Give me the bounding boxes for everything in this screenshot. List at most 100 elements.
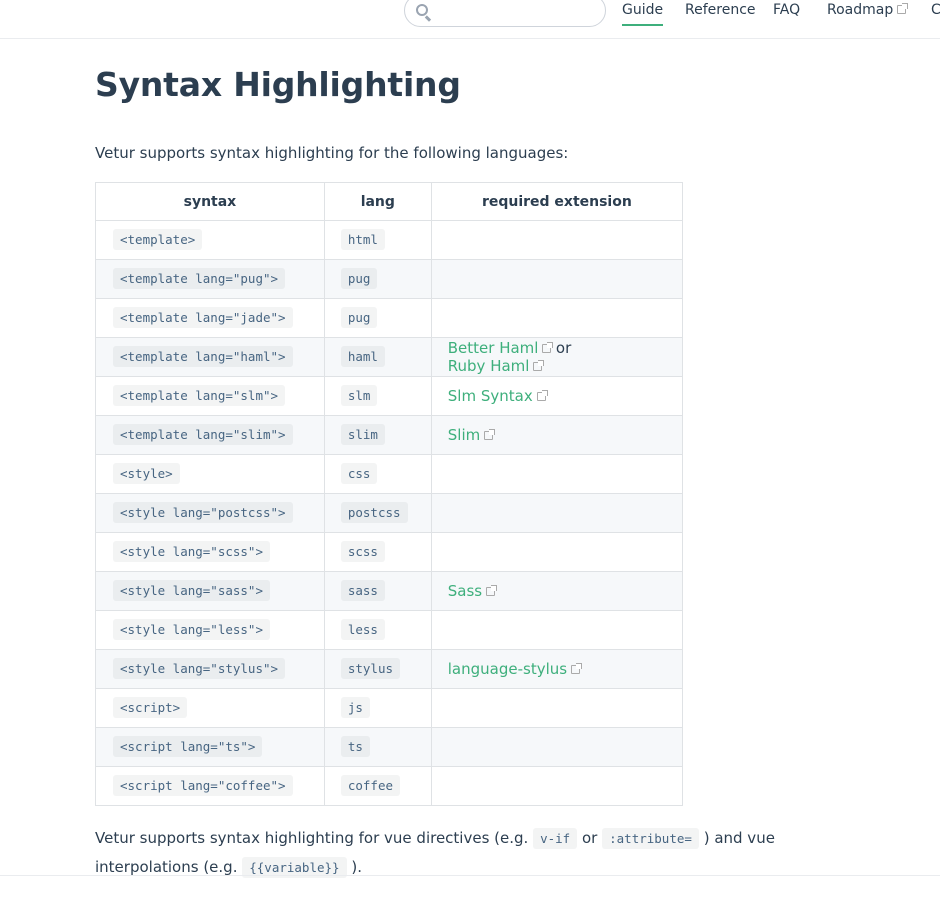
lang-code: html [340,229,385,250]
code-v-if: v-if [533,828,578,849]
syntax-code: <script lang="ts"> [113,736,263,757]
table-row: <script> js [95,688,684,728]
syntax-code: <style> [113,463,180,484]
cell-required-extension [430,259,684,299]
extension-link[interactable]: language-stylus [448,660,583,678]
cell-syntax: <template lang="haml"> [95,337,325,377]
nav-link-roadmap[interactable]: Roadmap [827,0,909,26]
table-row: <style lang="scss"> scss [95,532,684,572]
cell-lang: js [323,688,432,728]
extension-link[interactable]: Slim [447,426,496,444]
cell-syntax: <style> [95,454,325,494]
cell-syntax: <style lang="scss"> [95,532,325,572]
lang-code: stylus [340,658,400,679]
lang-code: postcss [340,502,408,523]
lang-code: pug [340,268,378,289]
cell-syntax: <template lang="jade"> [95,298,325,338]
extension-link[interactable]: Slm Syntax [447,387,548,405]
syntax-code: <script lang="coffee"> [113,775,293,796]
table-row: <template lang="jade"> pug [95,298,684,338]
intro-paragraph: Vetur supports syntax highlighting for t… [95,144,569,162]
extension-link-label: Slm Syntax [447,387,533,405]
cell-syntax: <script lang="ts"> [95,727,325,767]
cell-lang: ts [323,727,432,767]
syntax-code: <style lang="postcss"> [113,502,293,523]
cell-required-extension [430,532,684,572]
lang-code: haml [340,346,385,367]
cell-lang: stylus [323,649,432,689]
cell-required-extension [430,766,684,806]
cell-required-extension [430,454,684,494]
cell-lang: scss [323,532,432,572]
cell-lang: less [323,610,432,650]
cell-syntax: <template lang="slm"> [95,376,325,416]
lang-code: less [340,619,385,640]
cell-lang: haml [323,337,432,377]
cell-required-extension: Sass [430,571,684,611]
cell-required-extension [430,727,684,767]
cell-syntax: <template> [95,220,325,260]
syntax-code: <style lang="stylus"> [113,658,286,679]
lang-code: coffee [340,775,400,796]
outro-text-1: Vetur supports syntax highlighting for v… [95,829,529,847]
external-link-icon [571,663,583,674]
lang-code: sass [340,580,385,601]
table-row: <style lang="postcss"> postcss [95,493,684,533]
syntax-code: <script> [113,697,188,718]
syntax-code: <style lang="scss"> [113,541,270,562]
syntax-code: <template> [113,229,203,250]
nav-link-truncated[interactable]: C [931,0,940,26]
cell-syntax: <script> [95,688,325,728]
syntax-code: <template lang="haml"> [113,346,293,367]
table-row: <script lang="coffee"> coffee [95,766,684,806]
nav-link-faq[interactable]: FAQ [773,0,800,26]
extension-link[interactable]: Better Haml [447,339,554,357]
cell-syntax: <template lang="slim"> [95,415,325,455]
search-input[interactable] [404,0,606,27]
header-lang: lang [323,182,432,221]
cell-required-extension [430,610,684,650]
cell-required-extension: language-stylus [430,649,684,689]
joiner-text: or [555,339,572,357]
page-title: Syntax Highlighting [95,65,461,104]
nav-link-guide[interactable]: Guide [622,0,664,26]
syntax-code: <template lang="pug"> [113,268,286,289]
cell-syntax: <style lang="less"> [95,610,325,650]
cell-lang: postcss [323,493,432,533]
cell-required-extension [430,298,684,338]
cell-required-extension: Slm Syntax [430,376,684,416]
cell-syntax: <style lang="postcss"> [95,493,325,533]
navbar: Guide Reference FAQ Roadmap C [0,0,940,39]
cell-lang: sass [323,571,432,611]
external-link-icon [897,3,909,14]
cell-required-extension: Slim [430,415,684,455]
cell-syntax: <style lang="stylus"> [95,649,325,689]
external-link-icon [536,390,548,401]
cell-lang: pug [323,259,432,299]
lang-code: css [340,463,378,484]
table-row: <script lang="ts"> ts [95,727,684,767]
outro-text-3: ) and vue [703,829,775,847]
extension-link-label: Slim [447,426,481,444]
lang-code: slm [340,385,378,406]
extension-link-label: Better Haml [447,339,539,357]
cell-syntax: <style lang="sass"> [95,571,325,611]
cell-lang: pug [323,298,432,338]
cell-lang: css [323,454,432,494]
nav-link-reference[interactable]: Reference [685,0,756,26]
code-attribute: :attribute= [602,828,699,849]
extension-link[interactable]: Ruby Haml [447,357,545,375]
table-row: <template> html [95,220,684,260]
extension-link[interactable]: Sass [448,582,498,600]
table-row: <template lang="pug"> pug [95,259,684,299]
search-icon [416,4,432,22]
lang-code: pug [340,307,378,328]
cell-syntax: <template lang="pug"> [95,259,325,299]
outro-text-5: ). [351,858,362,876]
syntax-table: syntax lang required extension <template… [95,182,684,806]
bottom-divider [0,875,940,876]
table-row: <template lang="slm"> slm Slm Syntax [95,376,684,416]
lang-code: js [340,697,370,718]
extension-link-label: Ruby Haml [447,357,530,375]
table-row: <template lang="slim"> slim Slim [95,415,684,455]
